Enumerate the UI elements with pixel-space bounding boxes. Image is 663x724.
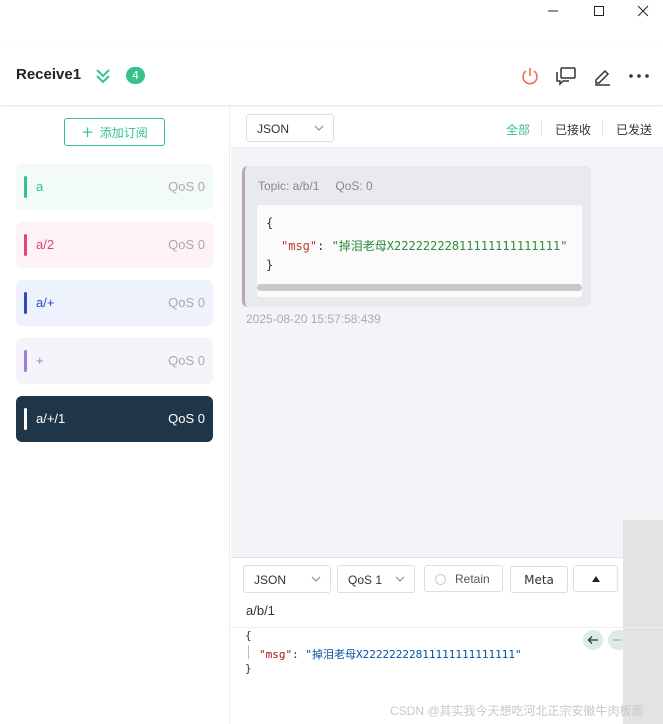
payload-key: "msg"	[281, 239, 318, 253]
watermark: CSDN @其实我今天想吃河北正宗安徽牛肉板面	[390, 704, 644, 718]
subscription-item-selected[interactable]: a/+/1 QoS 0	[16, 396, 213, 442]
add-subscription-label: 添加订阅	[99, 125, 148, 140]
subscription-topic: +	[36, 353, 44, 368]
expand-button[interactable]	[573, 565, 618, 592]
editor-close-brace: }	[245, 662, 252, 675]
message-count-badge: 4	[126, 67, 145, 84]
subscription-item[interactable]: + QoS 0	[16, 338, 213, 384]
radio-icon	[435, 574, 446, 585]
tab-divider	[602, 121, 603, 135]
minimize-icon	[548, 10, 558, 12]
publish-composer: JSON QoS 1 Retain Meta a/b/1 { "msg": "掉…	[231, 557, 663, 724]
tab-divider	[541, 121, 542, 135]
connection-name: Receive1	[16, 66, 82, 83]
chat-button[interactable]	[554, 64, 578, 88]
subscription-item[interactable]: a/+ QoS 0	[16, 280, 213, 326]
chevron-down-icon	[395, 576, 405, 582]
subscription-color-bar	[24, 292, 27, 314]
triangle-up-icon	[591, 575, 600, 582]
payload-format-select[interactable]: JSON	[243, 565, 331, 593]
maximize-button[interactable]	[576, 0, 622, 22]
tab-all[interactable]: 全部	[506, 121, 530, 138]
chevron-double-down-icon[interactable]	[94, 66, 112, 86]
chevron-down-icon	[311, 576, 321, 582]
subscription-color-bar	[24, 176, 27, 198]
chat-icon	[556, 67, 576, 86]
subscription-color-bar	[24, 350, 27, 372]
payload-colon: :	[317, 239, 332, 253]
message-qos: QoS: 0	[335, 179, 373, 193]
editor-value: "掉泪老母X22222222811111111111111"	[305, 648, 522, 661]
arrow-left-icon	[587, 636, 598, 644]
close-icon	[637, 5, 649, 17]
subscription-item[interactable]: a/2 QoS 0	[16, 222, 213, 268]
received-message-card[interactable]: Topic: a/b/1 QoS: 0 { "msg": "掉泪老母X222222…	[242, 166, 591, 307]
edit-icon	[595, 69, 610, 86]
horizontal-scrollbar[interactable]	[257, 284, 582, 291]
subscription-qos: QoS 0	[168, 411, 205, 426]
editor-key: "msg"	[259, 648, 293, 661]
retain-toggle[interactable]: Retain	[424, 565, 503, 592]
tab-received[interactable]: 已接收	[555, 121, 591, 138]
editor-open-brace: {	[245, 629, 252, 642]
meta-button[interactable]: Meta	[510, 566, 568, 593]
subscription-topic: a/2	[36, 237, 55, 252]
subscription-color-bar	[24, 234, 27, 256]
payload-value: "掉泪老母X22222222811111111111111"	[331, 239, 568, 253]
subscription-topic: a/+/1	[36, 411, 66, 426]
message-area: JSON 全部 已接收 已发送 Topic: a/b/1 QoS: 0 { "ms…	[231, 107, 663, 557]
retain-label: Retain	[455, 572, 490, 586]
qos-select[interactable]: QoS 1	[337, 565, 415, 593]
plus-icon: +	[81, 123, 94, 141]
disconnect-button[interactable]	[518, 64, 542, 88]
editor-line: "msg": "掉泪老母X22222222811111111111111"	[259, 646, 522, 662]
edit-button[interactable]	[590, 64, 614, 88]
message-filter-bar: JSON 全部 已接收 已发送	[231, 107, 663, 148]
minimize-button[interactable]	[530, 0, 576, 22]
indent-guide	[248, 645, 249, 659]
payload-line: "msg": "掉泪老母X22222222811111111111111"	[281, 237, 567, 254]
maximize-icon	[594, 6, 604, 16]
qos-select-value: QoS 1	[348, 573, 383, 587]
more-icon	[629, 74, 649, 78]
message-payload: { "msg": "掉泪老母X22222222811111111111111" …	[257, 205, 582, 297]
format-select-value: JSON	[257, 122, 290, 136]
tab-sent[interactable]: 已发送	[616, 121, 652, 138]
connection-header: Receive1 4	[0, 44, 663, 106]
payload-open-brace: {	[266, 216, 274, 230]
payload-format-value: JSON	[254, 573, 287, 587]
payload-close-brace: }	[266, 258, 274, 272]
minus-icon	[612, 639, 621, 641]
power-icon	[522, 68, 538, 85]
subscription-color-bar	[24, 408, 27, 430]
subscription-sidebar: + 添加订阅 a QoS 0 a/2 QoS 0 a/+ QoS 0 + QoS…	[0, 107, 230, 724]
message-topic: Topic: a/b/1	[258, 179, 320, 193]
back-button[interactable]	[583, 630, 603, 650]
format-select[interactable]: JSON	[246, 114, 334, 142]
subscription-qos: QoS 0	[168, 295, 205, 310]
history-button[interactable]	[608, 630, 623, 650]
subscription-qos: QoS 0	[168, 237, 205, 252]
chevron-down-icon	[314, 125, 324, 131]
publish-topic-input[interactable]: a/b/1	[246, 603, 275, 618]
subscription-qos: QoS 0	[168, 179, 205, 194]
subscription-item[interactable]: a QoS 0	[16, 164, 213, 210]
title-bar	[0, 0, 663, 44]
message-meta: Topic: a/b/1 QoS: 0	[258, 179, 373, 193]
subscription-topic: a	[36, 179, 44, 194]
close-button[interactable]	[620, 0, 663, 22]
subscription-qos: QoS 0	[168, 353, 205, 368]
add-subscription-button[interactable]: + 添加订阅	[64, 118, 165, 146]
subscription-topic: a/+	[36, 295, 55, 310]
message-timestamp: 2025-08-20 15:57:58:439	[246, 312, 381, 326]
editor-colon: :	[292, 648, 306, 661]
more-button[interactable]	[627, 64, 651, 88]
